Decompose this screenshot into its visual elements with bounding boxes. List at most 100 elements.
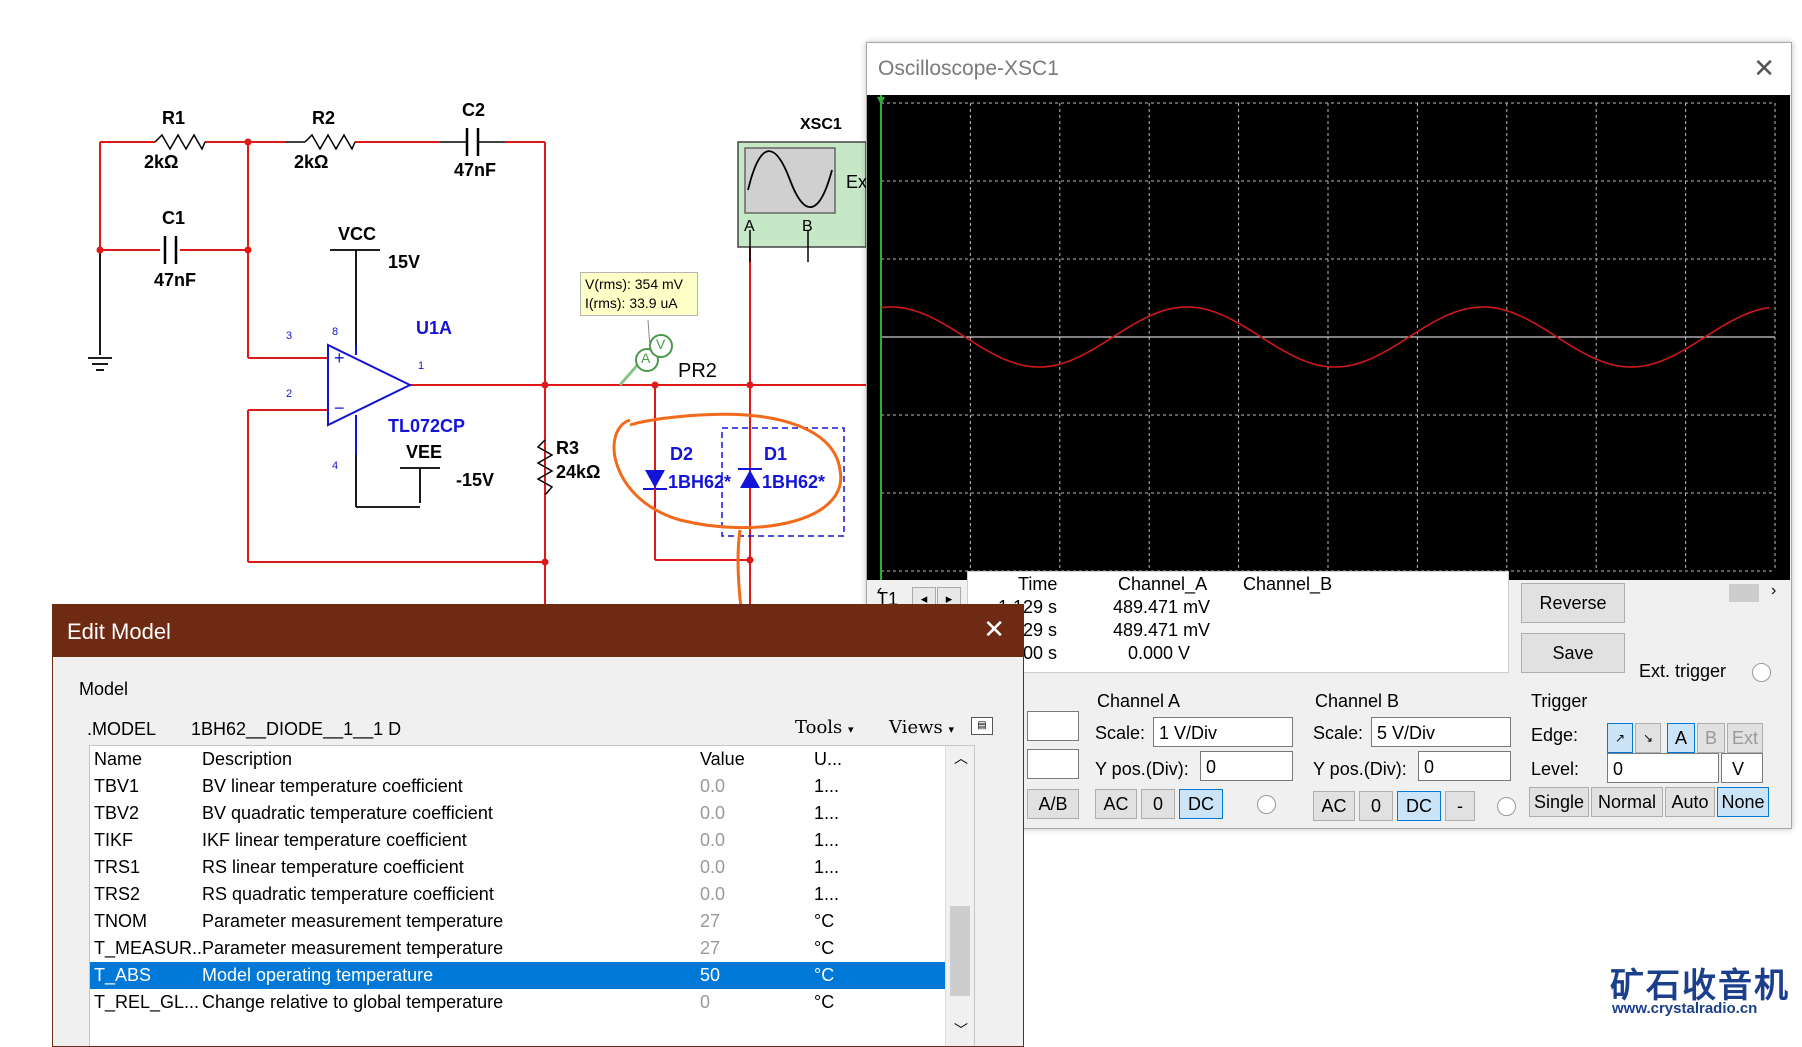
param-description: BV quadratic temperature coefficient — [202, 803, 493, 823]
views-menu[interactable]: Views ▾ — [889, 717, 954, 738]
param-value[interactable]: 27 — [700, 911, 720, 932]
opamp-part: TL072CP — [388, 416, 466, 436]
channel-b-ypos-field[interactable]: 0 — [1418, 751, 1511, 781]
vcc-name: VCC — [338, 224, 377, 244]
edit-model-dialog[interactable]: Edit Model ✕ Model .MODEL 1BH62__DIODE__… — [52, 604, 1024, 1047]
channel-a-scale-field[interactable]: 1 V/Div — [1153, 717, 1293, 747]
dropdown-icon: ▾ — [948, 723, 955, 736]
r1-value: 2kΩ — [144, 152, 179, 172]
probe-irms: I(rms): 33.9 uA — [585, 295, 678, 311]
readout-r3-cha: 0.000 V — [1128, 643, 1191, 663]
channel-a-ac-button[interactable]: AC — [1095, 789, 1137, 819]
table-row[interactable]: TNOM Parameter measurement temperature 27 °… — [90, 908, 974, 935]
table-row[interactable]: T_MEASUR... Parameter measurement tempera… — [90, 935, 974, 962]
trigger-title: Trigger — [1531, 691, 1588, 711]
tools-label: Tools — [795, 717, 843, 738]
trigger-ext-button[interactable]: Ext — [1727, 723, 1763, 753]
param-value[interactable]: 0.0 — [700, 830, 725, 851]
close-icon[interactable]: ✕ — [983, 614, 1005, 645]
channel-a-dc-button[interactable]: DC — [1179, 789, 1223, 819]
param-value[interactable]: 0.0 — [700, 776, 725, 797]
param-unit: 1... — [814, 830, 840, 850]
trigger-none-button[interactable]: None — [1717, 787, 1769, 817]
scroll-right-icon[interactable]: › — [1771, 582, 1776, 600]
close-icon[interactable]: ✕ — [1753, 53, 1775, 84]
trigger-a-button[interactable]: A — [1667, 723, 1695, 753]
channel-b-minus-button[interactable]: - — [1445, 791, 1475, 821]
param-value[interactable]: 27 — [700, 938, 720, 959]
param-description: RS linear temperature coefficient — [202, 857, 464, 877]
channel-a-ypos-field[interactable]: 0 — [1200, 751, 1293, 781]
channel-b-dc-button[interactable]: DC — [1397, 791, 1441, 821]
save-button[interactable]: Save — [1521, 633, 1625, 673]
param-value[interactable]: 0.0 — [700, 884, 725, 905]
channel-b-radio[interactable] — [1497, 797, 1516, 816]
col-desc-header[interactable]: Description — [202, 749, 292, 770]
timebase-scale-field[interactable] — [1027, 711, 1079, 741]
cursor-readout: Time Channel_A Channel_B 1.129 s 489.471… — [967, 571, 1509, 673]
trigger-b-button[interactable]: B — [1697, 723, 1725, 753]
channel-a-title: Channel A — [1097, 691, 1181, 711]
trigger-level-label: Level: — [1531, 759, 1580, 779]
model-parameter-grid[interactable]: Name Description Value U... TBV1 BV linea… — [89, 745, 975, 1046]
scroll-down-icon[interactable]: ﹀ — [954, 1020, 968, 1040]
trigger-normal-button[interactable]: Normal — [1591, 787, 1663, 817]
trigger-level-field[interactable]: 0 — [1607, 753, 1719, 783]
channel-b-ac-button[interactable]: AC — [1313, 791, 1355, 821]
channel-a-radio[interactable] — [1257, 795, 1276, 814]
param-value[interactable]: 0.0 — [700, 803, 725, 824]
param-value[interactable]: 0.0 — [700, 857, 725, 878]
param-unit: 1... — [814, 884, 840, 904]
table-row[interactable]: TBV1 BV linear temperature coefficient 0.0… — [90, 773, 974, 800]
param-unit: °C — [814, 938, 835, 958]
watermark-url: www.crystalradio.cn — [1612, 1000, 1758, 1017]
param-unit: 1... — [814, 803, 840, 823]
channel-a-scale-label: Scale: — [1095, 723, 1146, 743]
ext-trigger-radio[interactable] — [1752, 663, 1771, 682]
timebase-xpos-field[interactable] — [1027, 749, 1079, 779]
param-unit: 1... — [814, 776, 840, 796]
timebase-ab-button[interactable]: A/B — [1027, 789, 1079, 819]
d2-name: D2 — [670, 444, 694, 464]
trigger-unit-field[interactable]: V — [1721, 753, 1763, 783]
col-value-header[interactable]: Value — [700, 749, 745, 770]
rising-edge-icon[interactable]: ↗ — [1607, 723, 1633, 753]
table-row[interactable]: T_ABS Model operating temperature 50 °C — [90, 962, 974, 989]
r3-value: 24kΩ — [556, 462, 601, 482]
c2-value: 47nF — [454, 160, 497, 180]
param-unit: 1... — [814, 857, 840, 877]
r2-name: R2 — [312, 108, 336, 128]
channel-a-zero-button[interactable]: 0 — [1141, 789, 1175, 819]
table-row[interactable]: TRS1 RS linear temperature coefficient 0.0… — [90, 854, 974, 881]
reverse-button[interactable]: Reverse — [1521, 583, 1625, 623]
xsc-a-label: A — [744, 218, 755, 235]
table-row[interactable]: TBV2 BV quadratic temperature coefficient… — [90, 800, 974, 827]
scroll-thumb[interactable] — [950, 906, 970, 996]
opamp-plus: + — [334, 348, 345, 368]
xsc-b-label: B — [802, 218, 813, 235]
grid-vertical-scrollbar[interactable]: ︿ ﹀ — [945, 746, 974, 1046]
col-name-header[interactable]: Name — [94, 749, 142, 770]
properties-icon[interactable]: ▤ — [971, 717, 993, 735]
tools-menu[interactable]: Tools ▾ — [795, 717, 854, 738]
trigger-single-button[interactable]: Single — [1529, 787, 1589, 817]
probe-name: PR2 — [678, 360, 717, 382]
oscilloscope-titlebar[interactable]: Oscilloscope-XSC1 ✕ — [867, 43, 1791, 95]
probe-readout: V(rms): 354 mV I(rms): 33.9 uA — [580, 272, 698, 316]
model-section-label: Model — [79, 679, 129, 699]
channel-b-scale-field[interactable]: 5 V/Div — [1371, 717, 1511, 747]
param-value[interactable]: 50 — [700, 965, 720, 986]
falling-edge-icon[interactable]: ↘ — [1635, 723, 1661, 753]
opamp-pin1: 1 — [418, 360, 425, 372]
table-row[interactable]: TIKF IKF linear temperature coefficient 0.… — [90, 827, 974, 854]
channel-b-zero-button[interactable]: 0 — [1359, 791, 1393, 821]
table-row[interactable]: TRS2 RS quadratic temperature coefficient… — [90, 881, 974, 908]
param-value[interactable]: 0 — [700, 992, 710, 1013]
scroll-up-icon[interactable]: ︿ — [954, 748, 968, 768]
edit-model-titlebar[interactable]: Edit Model ✕ — [53, 605, 1023, 657]
col-unit-header[interactable]: U... — [814, 749, 842, 770]
scroll-thumb[interactable] — [1729, 584, 1759, 602]
trigger-auto-button[interactable]: Auto — [1665, 787, 1715, 817]
param-name: TIKF — [94, 830, 133, 850]
table-row[interactable]: T_REL_GL... Change relative to global tem… — [90, 989, 974, 1016]
